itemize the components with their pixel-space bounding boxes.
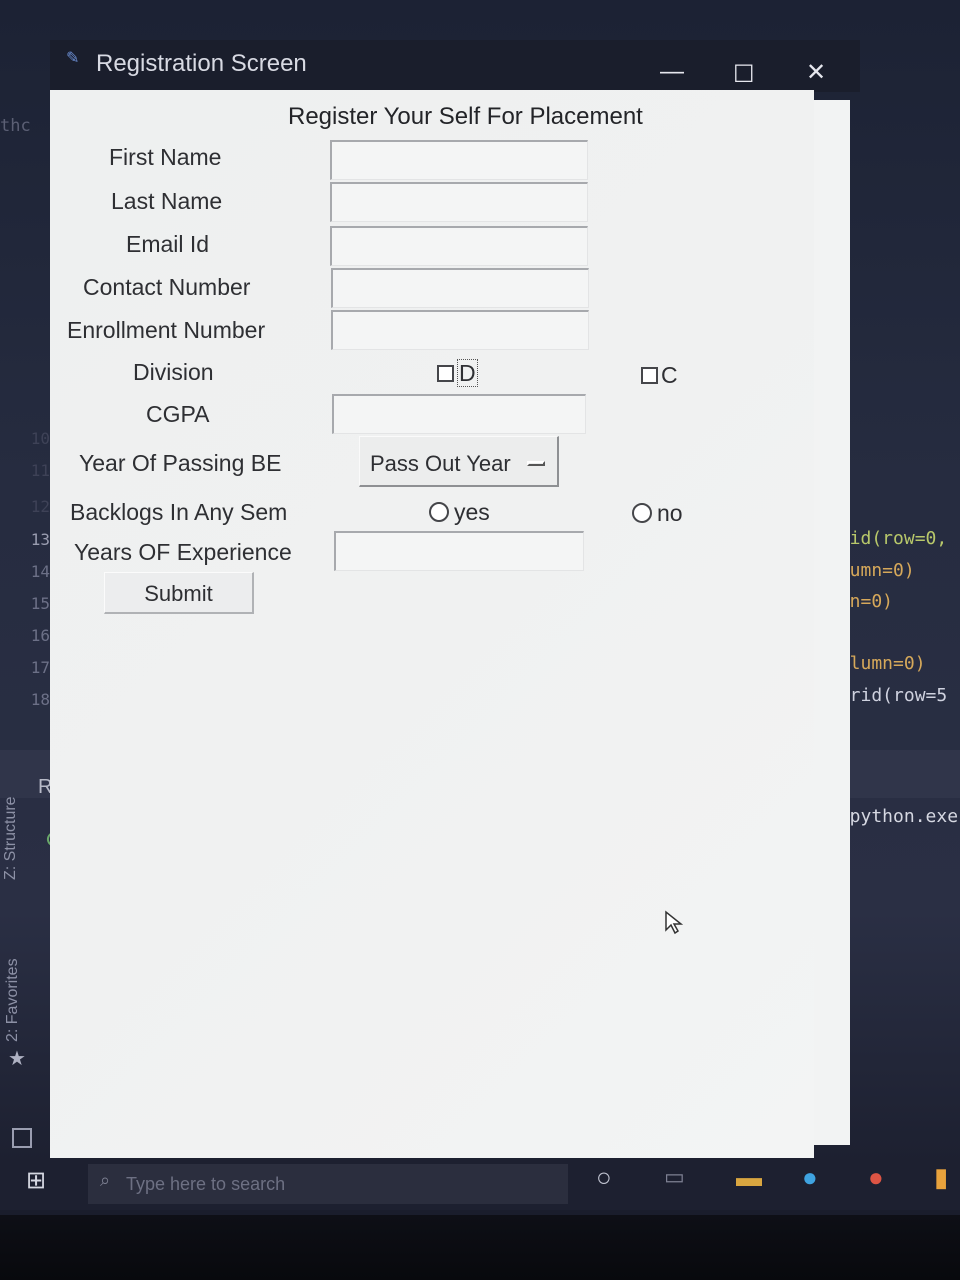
tk-feather-icon: ✎ bbox=[66, 50, 80, 67]
backlogs-yes-radio[interactable]: yes bbox=[429, 499, 490, 526]
taskbar-search-input[interactable]: Type here to search bbox=[88, 1164, 568, 1204]
last-name-label: Last Name bbox=[111, 188, 223, 214]
favorites-tab[interactable]: 2: Favorites bbox=[4, 958, 22, 1042]
experience-label: Years OF Experience bbox=[74, 539, 292, 565]
line-number: 12 bbox=[30, 497, 50, 516]
minimize-button[interactable]: — bbox=[660, 58, 684, 86]
dropdown-indicator-icon bbox=[527, 461, 545, 466]
experience-input[interactable] bbox=[334, 531, 584, 571]
close-button[interactable]: ✕ bbox=[806, 58, 826, 87]
radio-circle[interactable] bbox=[632, 503, 652, 523]
radio-label: yes bbox=[454, 499, 490, 525]
division-c-checkbox[interactable]: C bbox=[641, 362, 678, 389]
line-number: 15 bbox=[30, 594, 50, 613]
contact-input[interactable] bbox=[331, 268, 589, 308]
first-name-input[interactable] bbox=[330, 140, 588, 180]
line-number: 17 bbox=[30, 658, 50, 677]
line-number: 18 bbox=[30, 690, 50, 709]
year-passing-label: Year Of Passing BE bbox=[79, 450, 282, 476]
first-name-label: First Name bbox=[109, 144, 222, 170]
email-input[interactable] bbox=[330, 226, 588, 266]
division-d-checkbox[interactable]: D bbox=[437, 359, 478, 387]
line-number: 16 bbox=[30, 626, 50, 645]
windows-start-icon[interactable]: ⊞ bbox=[26, 1166, 46, 1195]
project-label: thc bbox=[0, 116, 31, 136]
checkbox-box[interactable] bbox=[641, 367, 658, 384]
screen: thc 10 11 12 13 14 15 16 17 18 grid(row=… bbox=[0, 0, 960, 1215]
line-number: 14 bbox=[30, 562, 50, 581]
structure-tab[interactable]: Z: Structure bbox=[2, 796, 20, 880]
maximize-button[interactable]: ☐ bbox=[733, 60, 755, 89]
mouse-cursor-icon bbox=[665, 910, 684, 935]
backlogs-no-radio[interactable]: no bbox=[632, 500, 683, 527]
radio-label: no bbox=[657, 500, 683, 526]
checkbox-label: C bbox=[661, 362, 678, 388]
radio-circle[interactable] bbox=[429, 502, 449, 522]
window-title: Registration Screen bbox=[96, 50, 307, 77]
form-heading: Register Your Self For Placement bbox=[288, 103, 643, 130]
enrollment-input[interactable] bbox=[331, 310, 589, 350]
window-client-edge bbox=[814, 100, 850, 1145]
app-icon[interactable]: ▮ bbox=[934, 1162, 948, 1193]
star-icon: ★ bbox=[8, 1048, 26, 1070]
cgpa-input[interactable] bbox=[332, 394, 586, 434]
cgpa-label: CGPA bbox=[146, 401, 210, 427]
enrollment-label: Enrollment Number bbox=[67, 317, 266, 343]
backlogs-label: Backlogs In Any Sem bbox=[70, 499, 288, 525]
contact-label: Contact Number bbox=[83, 274, 251, 300]
division-label: Division bbox=[133, 359, 214, 385]
dropdown-selected: Pass Out Year bbox=[370, 451, 511, 476]
edge-icon[interactable]: ● bbox=[802, 1162, 818, 1193]
terminal-icon[interactable] bbox=[12, 1128, 32, 1148]
cortana-icon[interactable]: ○ bbox=[596, 1162, 612, 1193]
chrome-icon[interactable]: ● bbox=[868, 1162, 884, 1193]
line-number: 11 bbox=[30, 461, 50, 480]
checkbox-label: D bbox=[457, 359, 478, 387]
checkbox-box[interactable] bbox=[437, 365, 454, 382]
line-number: 10 bbox=[30, 429, 50, 448]
line-number: 13 bbox=[30, 530, 50, 549]
email-label: Email Id bbox=[126, 231, 210, 257]
search-icon: ⌕ bbox=[100, 1170, 111, 1190]
submit-button[interactable]: Submit bbox=[104, 572, 254, 614]
pass-out-year-dropdown[interactable]: Pass Out Year bbox=[359, 436, 559, 487]
file-explorer-icon[interactable]: ▬ bbox=[736, 1162, 762, 1193]
task-view-icon[interactable]: ▭ bbox=[664, 1164, 685, 1190]
last-name-input[interactable] bbox=[330, 182, 588, 222]
monitor-bezel bbox=[0, 1215, 960, 1280]
